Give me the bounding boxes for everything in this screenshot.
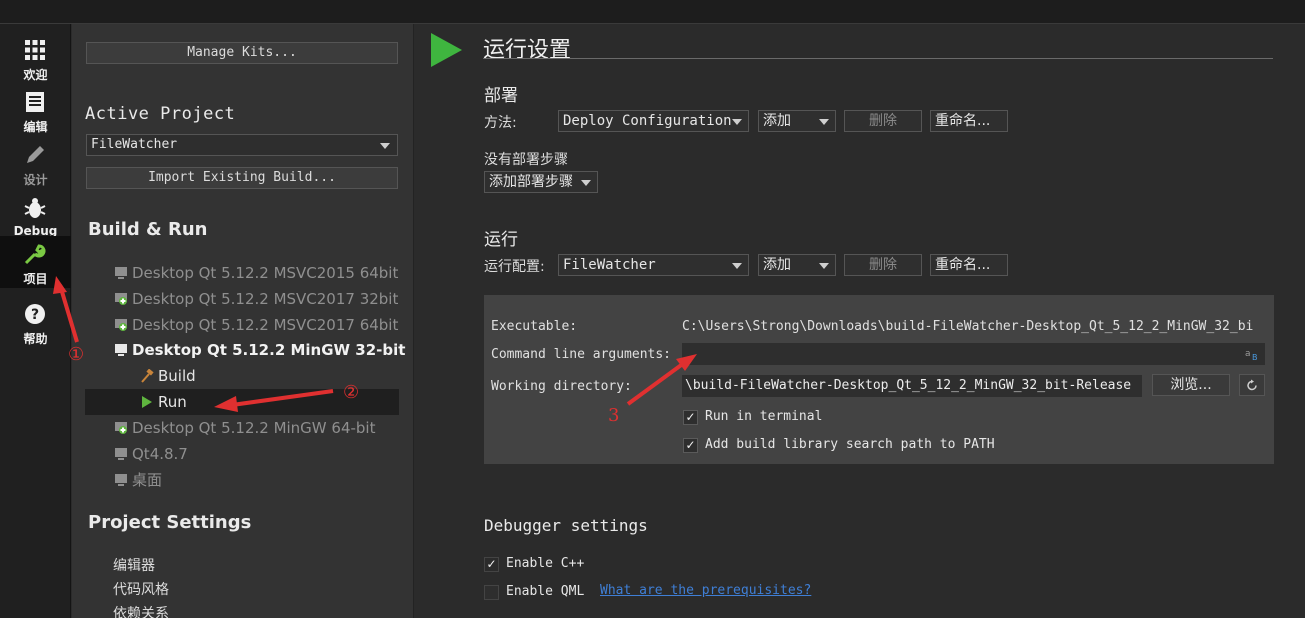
run-play-icon: [431, 33, 462, 67]
run-settings-page: 运行设置 部署 方法: Deploy Configuration 添加 删除 重…: [415, 24, 1305, 618]
mode-projects[interactable]: 项目: [0, 236, 71, 288]
top-bar: [0, 0, 1305, 24]
chevron-down-icon: [819, 263, 829, 269]
chevron-down-icon: [819, 119, 829, 125]
enable-cpp-checkbox[interactable]: ✓: [484, 557, 499, 572]
setting-item-editor[interactable]: 编辑器: [113, 555, 155, 575]
run-heading: 运行: [484, 230, 518, 250]
reset-icon: [1247, 379, 1257, 391]
svg-text:a: a: [1245, 349, 1251, 359]
kit-item[interactable]: Desktop Qt 5.12.2 MinGW 64-bit: [114, 415, 375, 441]
kit-item[interactable]: Desktop Qt 5.12.2 MSVC2017 32bit: [114, 286, 398, 312]
active-project-title: Active Project: [85, 104, 236, 124]
run-remove-button[interactable]: 删除: [844, 254, 922, 276]
page-title: 运行设置: [483, 38, 572, 63]
monitor-add-icon: [115, 293, 127, 305]
run-details-panel: Executable: C:\Users\Strong\Downloads\bu…: [484, 295, 1274, 464]
chevron-down-icon: [732, 119, 742, 125]
setting-item-dependencies[interactable]: 依赖关系: [113, 603, 169, 618]
chevron-down-icon: [732, 263, 742, 269]
variables-icon[interactable]: a B: [1244, 347, 1260, 361]
svg-text:B: B: [1252, 353, 1258, 361]
document-icon: [26, 92, 44, 112]
annotation-marker-1: ①: [68, 344, 85, 365]
active-project-value: FileWatcher: [91, 137, 178, 152]
monitor-icon: [115, 474, 127, 486]
executable-label: Executable:: [491, 319, 578, 334]
add-lib-path-checkbox[interactable]: ✓: [683, 438, 698, 453]
add-lib-path-label: Add build library search path to PATH: [705, 437, 995, 452]
kit-item[interactable]: Desktop Qt 5.12.2 MSVC2015 64bit: [114, 260, 398, 286]
deploy-heading: 部署: [484, 86, 518, 106]
enable-qml-checkbox[interactable]: [484, 585, 499, 600]
annotation-marker-3: 3: [608, 405, 620, 426]
title-divider: [483, 58, 1273, 59]
mode-help[interactable]: ? 帮助: [0, 296, 71, 348]
grid-icon: [25, 40, 45, 60]
project-nav-panel: Manage Kits... Active Project FileWatche…: [72, 24, 414, 618]
browse-button[interactable]: 浏览...: [1152, 374, 1230, 396]
deploy-rename-button[interactable]: 重命名...: [930, 110, 1008, 132]
mode-edit[interactable]: 编辑: [0, 84, 71, 136]
mode-sidebar: 欢迎 编辑 设计 Debug 项目 ? 帮助: [0, 24, 71, 618]
build-run-title: Build & Run: [88, 219, 208, 240]
mode-debug[interactable]: Debug: [0, 190, 71, 242]
chevron-down-icon: [380, 143, 390, 149]
monitor-add-icon: [115, 422, 127, 434]
hammer-icon: [141, 369, 154, 383]
help-icon: ?: [25, 304, 45, 324]
mode-design[interactable]: 设计: [0, 137, 71, 189]
run-in-terminal-checkbox[interactable]: ✓: [683, 410, 698, 425]
run-config-combo[interactable]: FileWatcher: [558, 254, 749, 276]
prerequisites-link[interactable]: What are the prerequisites?: [600, 583, 811, 598]
workdir-label: Working directory:: [491, 379, 632, 394]
kit-run-item[interactable]: Run: [140, 389, 187, 415]
mode-label: 帮助: [23, 332, 48, 346]
kit-item[interactable]: Qt4.8.7: [114, 441, 188, 467]
mode-label: 欢迎: [23, 68, 48, 82]
deploy-config-combo[interactable]: Deploy Configuration: [558, 110, 749, 132]
run-in-terminal-label: Run in terminal: [705, 409, 823, 424]
deploy-add-button[interactable]: 添加: [758, 110, 836, 132]
args-label: Command line arguments:: [491, 347, 672, 362]
play-icon: [142, 396, 152, 408]
svg-text:?: ?: [31, 307, 39, 323]
chevron-down-icon: [581, 180, 591, 186]
mode-label: 项目: [23, 272, 48, 286]
bug-icon: [24, 198, 46, 218]
import-build-button[interactable]: Import Existing Build...: [86, 167, 398, 189]
executable-value: C:\Users\Strong\Downloads\build-FileWatc…: [682, 319, 1254, 334]
enable-qml-label: Enable QML: [506, 584, 585, 599]
deploy-remove-button[interactable]: 删除: [844, 110, 922, 132]
wrench-icon: [24, 244, 46, 265]
add-deploy-step-button[interactable]: 添加部署步骤: [484, 171, 598, 193]
args-input[interactable]: [682, 343, 1265, 365]
monitor-icon: [115, 448, 127, 460]
project-settings-title: Project Settings: [88, 512, 252, 533]
debugger-heading: Debugger settings: [484, 516, 648, 535]
monitor-icon: [115, 267, 127, 279]
mode-label: 设计: [23, 173, 48, 187]
annotation-marker-2: ②: [343, 382, 360, 403]
deploy-method-label: 方法:: [484, 115, 517, 131]
kit-item[interactable]: 桌面: [114, 467, 162, 493]
mode-label: 编辑: [23, 120, 48, 134]
manage-kits-button[interactable]: Manage Kits...: [86, 42, 398, 64]
monitor-icon: [115, 344, 127, 356]
enable-cpp-label: Enable C++: [506, 556, 585, 571]
run-config-label: 运行配置:: [484, 259, 545, 275]
reset-workdir-button[interactable]: [1239, 374, 1265, 396]
pen-icon: [27, 146, 44, 163]
no-deploy-steps-label: 没有部署步骤: [484, 152, 568, 168]
mode-welcome[interactable]: 欢迎: [0, 32, 71, 84]
run-rename-button[interactable]: 重命名...: [930, 254, 1008, 276]
kit-build-item[interactable]: Build: [140, 363, 196, 389]
kit-item-active[interactable]: Desktop Qt 5.12.2 MinGW 32-bit: [114, 337, 405, 363]
monitor-add-icon: [115, 319, 127, 331]
kit-item[interactable]: Desktop Qt 5.12.2 MSVC2017 64bit: [114, 312, 398, 338]
workdir-input[interactable]: \build-FileWatcher-Desktop_Qt_5_12_2_Min…: [682, 375, 1142, 397]
run-add-button[interactable]: 添加: [758, 254, 836, 276]
active-project-combo[interactable]: FileWatcher: [86, 134, 398, 156]
setting-item-code-style[interactable]: 代码风格: [113, 579, 169, 599]
